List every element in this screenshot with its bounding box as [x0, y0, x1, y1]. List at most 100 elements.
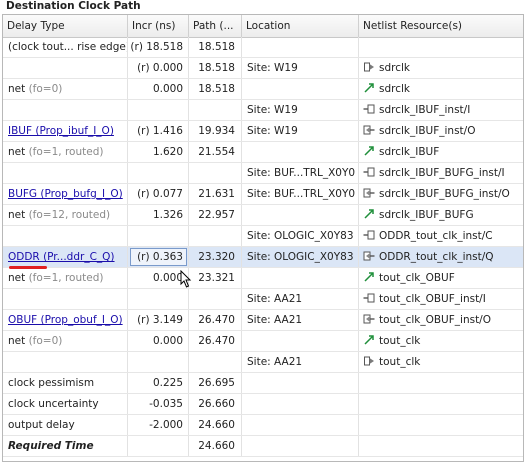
column-header-incr[interactable]: Incr (ns) — [128, 15, 189, 37]
cell-delay-type-link[interactable]: BUFG (Prop_bufg_I_O) — [8, 188, 123, 200]
cell-delay-type — [3, 352, 128, 372]
table-row[interactable]: net (fo=1, routed) 0.000 23.321 tout_clk_OB… — [3, 268, 523, 289]
netlist-resource-name: sdrclk_IBUF_BUFG_inst/I — [379, 167, 505, 179]
netlist-resource-name: tout_clk — [379, 335, 421, 347]
cell-netlist-resource[interactable]: tout_clk — [359, 331, 523, 351]
cell-netlist-resource[interactable]: sdrclk — [359, 58, 523, 78]
cell-incr: (r) 0.000 — [128, 58, 189, 78]
cell-delay-type: net (fo=1, routed) — [3, 268, 128, 288]
net-label: net (fo=0) — [8, 83, 62, 95]
panel-title: Destination Clock Path — [6, 0, 141, 12]
table-row[interactable]: clock uncertainty -0.035 26.660 — [3, 394, 523, 415]
netlist-resource-name: ODDR_tout_clk_inst/C — [379, 230, 493, 242]
cell-netlist-resource[interactable]: tout_clk_OBUF_inst/I — [359, 289, 523, 309]
cell-path: 26.470 — [189, 310, 242, 330]
cell-delay-type: net (fo=12, routed) — [3, 205, 128, 225]
netlist-resource-name: tout_clk — [379, 356, 421, 368]
cell-delay-type[interactable]: BUFG (Prop_bufg_I_O) — [3, 184, 128, 204]
cell-netlist-resource[interactable]: ODDR_tout_clk_inst/C — [359, 226, 523, 246]
cell-delay-type-link[interactable]: ODDR (Pr...ddr_C_Q) — [8, 251, 115, 263]
table-row[interactable]: net (fo=1, routed) 1.620 21.554 sdrclk_IBUF — [3, 142, 523, 163]
pin-out-icon — [363, 314, 379, 326]
cell-netlist-resource[interactable]: tout_clk_OBUF — [359, 268, 523, 288]
cell-location: Site: W19 — [242, 58, 359, 78]
cell-netlist-resource[interactable]: sdrclk_IBUF_inst/O — [359, 121, 523, 141]
cell-netlist-resource[interactable]: sdrclk_IBUF_BUFG — [359, 205, 523, 225]
cell-location — [242, 373, 359, 393]
cell-path: 21.631 — [189, 184, 242, 204]
cell-path: 23.321 — [189, 268, 242, 288]
column-header-path[interactable]: Path (... — [189, 15, 242, 37]
cell-incr: -2.000 — [128, 415, 189, 435]
column-header-delay-type[interactable]: Delay Type — [3, 15, 128, 37]
table-row[interactable]: Site: W19 sdrclk_IBUF_inst/I — [3, 100, 523, 121]
table-row[interactable]: Required Time 24.660 — [3, 436, 523, 457]
cell-delay-type-link[interactable]: OBUF (Prop_obuf_I_O) — [8, 314, 123, 326]
netlist-resource-name: ODDR_tout_clk_inst/Q — [379, 251, 494, 263]
table-row[interactable]: Site: AA21 tout_clk_OBUF_inst/I — [3, 289, 523, 310]
cell-location — [242, 394, 359, 414]
netlist-resource-name: tout_clk_OBUF — [379, 272, 455, 284]
cell-netlist-resource[interactable]: sdrclk_IBUF_inst/I — [359, 100, 523, 120]
netlist-resource-name: sdrclk — [379, 62, 410, 74]
cell-netlist-resource[interactable]: tout_clk_OBUF_inst/O — [359, 310, 523, 330]
cell-netlist-resource[interactable]: tout_clk — [359, 352, 523, 372]
table-row[interactable]: net (fo=0) 0.000 18.518 sdrclk — [3, 79, 523, 100]
table-row[interactable]: OBUF (Prop_obuf_I_O) (r) 3.149 26.470 Site:… — [3, 310, 523, 331]
table-row[interactable]: output delay -2.000 24.660 — [3, 415, 523, 436]
cell-incr[interactable]: (r) 0.363 — [128, 247, 189, 267]
cell-location: Site: OLOGIC_X0Y83 — [242, 247, 359, 267]
cell-incr — [128, 100, 189, 120]
cell-netlist-resource[interactable]: ODDR_tout_clk_inst/Q — [359, 247, 523, 267]
table-row[interactable]: ODDR (Pr...ddr_C_Q) (r) 0.363 23.320 Site: … — [3, 247, 523, 269]
cell-location — [242, 37, 359, 57]
cell-incr — [128, 289, 189, 309]
table-row[interactable]: net (fo=12, routed) 1.326 22.957 sdrclk_IBU… — [3, 205, 523, 226]
cell-path: 18.518 — [189, 79, 242, 99]
netlist-resource-name: sdrclk_IBUF_BUFG_inst/O — [379, 188, 510, 200]
cell-netlist-resource[interactable]: sdrclk — [359, 79, 523, 99]
port-in-icon — [363, 62, 379, 74]
table-row[interactable]: Site: OLOGIC_X0Y83 ODDR_tout_clk_inst/C — [3, 226, 523, 247]
cell-netlist-resource[interactable]: sdrclk_IBUF_BUFG_inst/O — [359, 184, 523, 204]
cell-path — [189, 100, 242, 120]
cell-incr: (r) 18.518 — [128, 37, 189, 57]
net-label: net (fo=1, routed) — [8, 146, 103, 158]
net-fanout-detail: (fo=0) — [28, 335, 63, 347]
cell-delay-type[interactable]: OBUF (Prop_obuf_I_O) — [3, 310, 128, 330]
cell-path — [189, 226, 242, 246]
table-row[interactable]: Site: BUF...TRL_X0Y0 sdrclk_IBUF_BUFG_ins… — [3, 163, 523, 184]
net-fanout-detail: (fo=0) — [28, 83, 63, 95]
cell-netlist-resource[interactable]: sdrclk_IBUF — [359, 142, 523, 162]
pin-out-icon — [363, 188, 379, 200]
cell-netlist-resource[interactable]: sdrclk_IBUF_BUFG_inst/I — [359, 163, 523, 183]
table-row[interactable]: clock pessimism 0.225 26.695 — [3, 373, 523, 394]
cell-incr: 0.000 — [128, 331, 189, 351]
cell-delay-type[interactable]: IBUF (Prop_ibuf_I_O) — [3, 121, 128, 141]
netlist-resource-name: sdrclk_IBUF_inst/O — [379, 125, 476, 137]
table-row[interactable]: IBUF (Prop_ibuf_I_O) (r) 1.416 19.934 Site:… — [3, 121, 523, 142]
net-arrow-icon — [363, 146, 379, 158]
net-fanout-detail: (fo=1, routed) — [28, 272, 104, 284]
cell-path: 24.660 — [189, 436, 242, 456]
table-row[interactable]: (clock tout... rise edge) (r) 18.518 18.51… — [3, 37, 523, 58]
table-row[interactable]: BUFG (Prop_bufg_I_O) (r) 0.077 21.631 Site:… — [3, 184, 523, 205]
column-header-location[interactable]: Location — [242, 15, 359, 37]
port-out-icon — [363, 356, 379, 368]
table-row[interactable]: net (fo=0) 0.000 26.470 tout_clk — [3, 331, 523, 352]
cell-netlist-resource — [359, 394, 523, 414]
cell-delay-type[interactable]: ODDR (Pr...ddr_C_Q) — [3, 247, 128, 267]
net-fanout-detail: (fo=12, routed) — [28, 209, 111, 221]
cell-delay-type-link[interactable]: IBUF (Prop_ibuf_I_O) — [8, 125, 114, 137]
net-keyword: net — [8, 209, 29, 221]
cell-location — [242, 142, 359, 162]
cell-path: 26.660 — [189, 394, 242, 414]
table-row[interactable]: (r) 0.000 18.518 Site: W19 sdrclk — [3, 58, 523, 79]
pin-out-icon — [363, 125, 379, 137]
cell-location: Site: W19 — [242, 121, 359, 141]
cell-location: Site: AA21 — [242, 289, 359, 309]
cell-location: Site: AA21 — [242, 310, 359, 330]
table-row[interactable]: Site: AA21 tout_clk — [3, 352, 523, 373]
column-header-netlist-resources[interactable]: Netlist Resource(s) — [359, 15, 523, 37]
cell-delay-type: net (fo=1, routed) — [3, 142, 128, 162]
